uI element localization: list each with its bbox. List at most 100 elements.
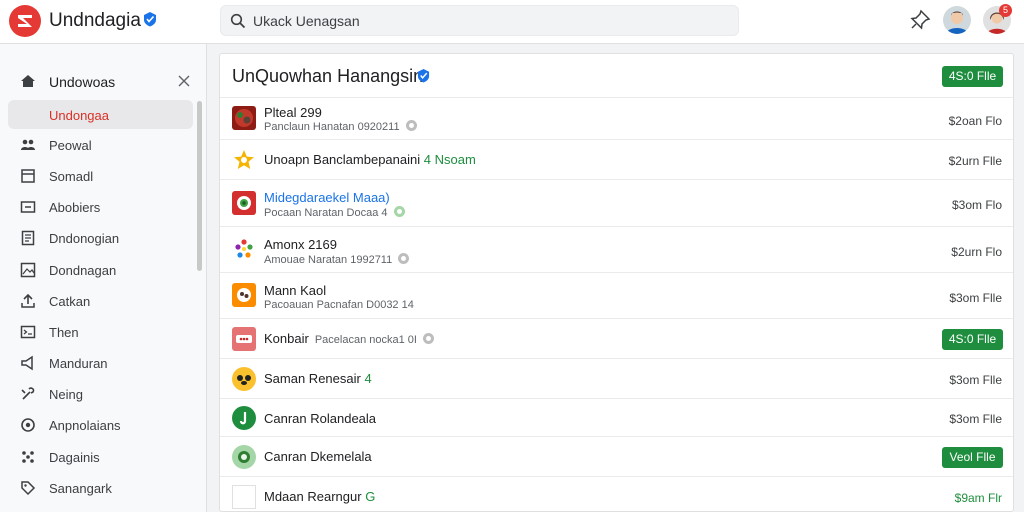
- terminal-icon: [20, 324, 36, 340]
- row-name: Amonx 2169: [264, 237, 337, 252]
- sidebar-header: Undowoas: [0, 67, 207, 95]
- table-row[interactable]: Mdaan Rearngur G $9am Flr: [220, 476, 1013, 511]
- row-name: Mann Kaol: [264, 283, 327, 298]
- panda-icon: [232, 367, 256, 391]
- row-size: $3om Flo: [951, 198, 1002, 212]
- image-icon: [20, 262, 36, 278]
- row-thumbnail-icon: [232, 327, 256, 351]
- status-dot-icon: [398, 253, 410, 264]
- page-title: UnQuowhan Hanangsin: [232, 66, 424, 86]
- row-name: Mdaan Rearngur G: [264, 489, 376, 504]
- sidebar-item-people[interactable]: Peowal: [0, 131, 200, 159]
- sidebar-item-tools[interactable]: Neing: [0, 380, 200, 408]
- top-bar: Undndagia Ukack Uenagsan 5: [0, 0, 1024, 44]
- sidebar-item-label: Abobiers: [49, 200, 101, 215]
- row-thumbnail-icon: [232, 445, 256, 469]
- star-icon: [232, 148, 256, 172]
- sidebar-item-label: Manduran: [49, 356, 108, 371]
- apps-icon: [20, 449, 36, 465]
- verified-badge-icon: [143, 11, 157, 32]
- sidebar-item-target[interactable]: Anpnolaians: [0, 411, 200, 439]
- row-name: Saman Renesair 4: [264, 371, 372, 386]
- table-row[interactable]: Konbair Pacelacan nocka1 0I 4S:0 Flle: [220, 318, 1013, 358]
- sidebar-item-label: Dndonogian: [49, 231, 120, 246]
- row-size: $3om Flle: [949, 291, 1002, 305]
- sidebar-item-apps[interactable]: Dagainis: [0, 443, 200, 471]
- status-dot-icon: [393, 206, 405, 217]
- sidebar-item-label: Dondnagan: [49, 263, 117, 278]
- sidebar-item-tag[interactable]: Sanangark: [0, 474, 200, 502]
- sidebar-item-tray[interactable]: Somadl: [0, 162, 200, 190]
- row-size: $2urn Flo: [951, 245, 1002, 259]
- sidebar-header-label: Undowoas: [49, 74, 116, 90]
- sidebar: Undowoas Undongaa Peowal Somadl Abobiers…: [0, 44, 207, 512]
- table-row[interactable]: Canran Rolandeala $3om Flle: [220, 398, 1013, 436]
- status-dot-icon: [405, 120, 417, 131]
- sidebar-item-label: Sanangark: [49, 481, 112, 496]
- table-row[interactable]: Unoapn Banclambepanaini 4 Nsoam $2urn Fl…: [220, 139, 1013, 179]
- table-row[interactable]: Canran Dkemelala Veol Flle: [220, 436, 1013, 476]
- tag-icon: [20, 480, 36, 496]
- sidebar-item-label: Neing: [49, 387, 83, 402]
- sidebar-item-label: Undongaa: [49, 108, 109, 123]
- row-thumbnail-icon: [232, 283, 256, 307]
- sidebar-item-label: Somadl: [49, 169, 94, 184]
- row-size: $3om Flle: [949, 412, 1002, 426]
- sidebar-item-image[interactable]: Dondnagan: [0, 256, 200, 284]
- row-subtitle: Pocaan Naratan Docaa 4: [264, 206, 405, 219]
- search-input[interactable]: [253, 11, 723, 31]
- target-icon: [20, 417, 36, 433]
- row-size: $3om Flle: [949, 373, 1002, 387]
- table-row[interactable]: Mann Kaol Pacoauan Pacnafan D0032 14 $3o…: [220, 272, 1013, 318]
- sidebar-scrollbar[interactable]: [197, 101, 202, 271]
- row-thumbnail-icon: [232, 406, 256, 430]
- row-action-button[interactable]: 4S:0 Flle: [942, 329, 1003, 350]
- row-subtitle: Panclaun Hanatan 0920211: [264, 120, 417, 133]
- sidebar-item-label: Dagainis: [49, 450, 100, 465]
- sidebar-item-terminal[interactable]: Then: [0, 318, 200, 346]
- document-icon: [20, 230, 36, 246]
- row-name: Canran Dkemelala: [264, 449, 372, 464]
- close-icon[interactable]: [175, 72, 193, 90]
- row-size: $9am Flr: [954, 491, 1002, 505]
- main-panel: UnQuowhan Hanangsin 4S:0 Flle Plteal 299…: [219, 53, 1014, 512]
- verified-badge-icon: [417, 68, 430, 88]
- table-row[interactable]: Saman Renesair 4 $3om Flle: [220, 358, 1013, 398]
- table-row[interactable]: Midegdaraekel Maaa) Pocaan Naratan Docaa…: [220, 179, 1013, 226]
- sidebar-item-label: Anpnolaians: [49, 418, 121, 433]
- flower-icon: [232, 237, 256, 261]
- row-name: Canran Rolandeala: [264, 411, 377, 426]
- search-bar[interactable]: [220, 5, 739, 36]
- sidebar-item-share[interactable]: Catkan: [0, 287, 200, 315]
- row-name: Plteal 299: [264, 105, 322, 120]
- row-subtitle: Amouae Naratan 1992711: [264, 253, 410, 266]
- folder-icon: [20, 199, 36, 215]
- blank-thumbnail-icon: [232, 485, 256, 509]
- pin-icon[interactable]: [909, 9, 931, 36]
- row-thumbnail-icon: [232, 106, 256, 130]
- sidebar-item-active[interactable]: Undongaa: [8, 100, 193, 129]
- row-name: Unoapn Banclambepanaini 4 Nsoam: [264, 152, 476, 167]
- row-action-button[interactable]: Veol Flle: [942, 447, 1003, 468]
- megaphone-icon: [20, 355, 36, 371]
- home-icon: [20, 73, 36, 94]
- status-dot-icon: [422, 333, 434, 344]
- people-icon: [20, 137, 36, 153]
- row-name-link[interactable]: Midegdaraekel Maaa): [264, 190, 390, 205]
- notification-badge: 5: [999, 4, 1012, 17]
- sidebar-item-folder[interactable]: Abobiers: [0, 193, 200, 221]
- tools-icon: [20, 386, 36, 402]
- user-avatar[interactable]: [943, 6, 971, 34]
- row-size: $2oan Flo: [948, 114, 1002, 128]
- app-title: Undndagia: [49, 10, 141, 31]
- table-row[interactable]: Plteal 299 Panclaun Hanatan 0920211 $2oa…: [220, 97, 1013, 139]
- brand-logo-icon[interactable]: [9, 5, 41, 37]
- search-icon: [230, 13, 246, 34]
- header-action-button[interactable]: 4S:0 Flle: [942, 66, 1003, 87]
- row-size: $2urn Flle: [948, 154, 1002, 168]
- table-row[interactable]: Amonx 2169 Amouae Naratan 1992711 $2urn …: [220, 226, 1013, 272]
- row-name: Konbair Pacelacan nocka1 0I: [264, 331, 434, 346]
- row-subtitle: Pacoauan Pacnafan D0032 14: [264, 299, 414, 311]
- sidebar-item-megaphone[interactable]: Manduran: [0, 349, 200, 377]
- sidebar-item-document[interactable]: Dndonogian: [0, 224, 200, 252]
